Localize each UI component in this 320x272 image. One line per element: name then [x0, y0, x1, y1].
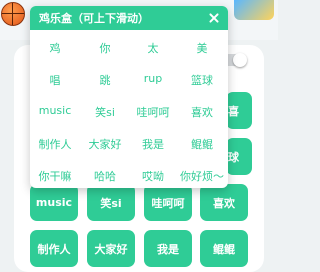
popup-item[interactable]: 哈哈 [81, 168, 129, 184]
sound-button[interactable]: 笑si [87, 184, 135, 221]
sound-button[interactable]: 鲲鲲 [200, 230, 248, 267]
corner-image [234, 0, 274, 20]
popup-item[interactable]: 我是 [129, 136, 177, 152]
sound-picker-popup: 鸡乐盒（可上下滑动） 鸡 你 太 美 唱 跳 rup 篮球 music 笑si … [30, 6, 228, 188]
popup-item[interactable]: 制作人 [31, 136, 79, 152]
popup-item[interactable]: 你好烦～ [172, 168, 228, 184]
sound-button-partial[interactable]: 喜 [226, 92, 252, 129]
popup-item[interactable]: 太 [129, 40, 177, 56]
popup-item[interactable]: 唱 [31, 72, 79, 88]
sound-button[interactable]: 大家好 [87, 230, 135, 267]
popup-item[interactable]: music [31, 104, 79, 117]
sound-button[interactable]: 哇呵呵 [144, 184, 192, 221]
popup-header: 鸡乐盒（可上下滑动） [30, 6, 228, 30]
popup-item[interactable]: rup [129, 72, 177, 85]
sound-button[interactable]: 喜欢 [200, 184, 248, 221]
popup-item[interactable]: 篮球 [178, 72, 226, 88]
popup-title: 鸡乐盒（可上下滑动） [39, 12, 149, 25]
sound-button[interactable]: 制作人 [30, 230, 78, 267]
sound-button[interactable]: music [30, 184, 78, 221]
popup-item[interactable]: 你 [81, 40, 129, 56]
popup-item[interactable]: 你干嘛 [31, 168, 79, 184]
popup-item[interactable]: 哇呵呵 [129, 104, 177, 120]
basketball-icon[interactable] [1, 2, 25, 26]
popup-item[interactable]: 喜欢 [178, 104, 226, 120]
popup-item[interactable]: 跳 [81, 72, 129, 88]
popup-item-grid: 鸡 你 太 美 唱 跳 rup 篮球 music 笑si 哇呵呵 喜欢 制作人 … [30, 30, 228, 188]
popup-item[interactable]: 鲲鲲 [178, 136, 226, 152]
popup-item[interactable]: 大家好 [81, 136, 129, 152]
popup-item[interactable]: 笑si [81, 104, 129, 120]
close-icon[interactable] [207, 11, 221, 25]
popup-item[interactable]: 哎呦 [129, 168, 177, 184]
sound-button-partial[interactable]: 球 [226, 138, 252, 175]
popup-item[interactable]: 鸡 [31, 40, 79, 56]
popup-item[interactable]: 美 [178, 40, 226, 56]
sound-button[interactable]: 我是 [144, 230, 192, 267]
